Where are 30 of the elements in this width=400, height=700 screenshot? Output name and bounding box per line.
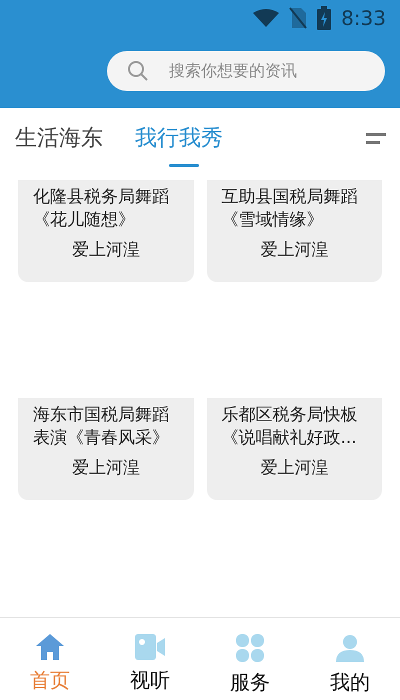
card-source: 爱上河湟 — [259, 457, 330, 480]
wifi-icon — [253, 9, 280, 27]
card-title: 乐都区税务局快板《说唱献礼好政... — [222, 404, 358, 450]
no-sim-icon — [289, 7, 308, 29]
category-tab[interactable]: 我行我秀 — [135, 108, 223, 168]
card-source: 爱上河湟 — [70, 239, 141, 262]
video-card[interactable]: 互助县国税局舞蹈《雪域情缘》 爱上河湟 — [206, 180, 382, 282]
nav-tab[interactable]: 服务 — [200, 618, 300, 700]
tab-indicator — [169, 164, 199, 167]
home-icon — [36, 634, 64, 660]
card-title: 化隆县税务局舞蹈《花儿随想》 — [33, 186, 170, 232]
four-leaf-icon — [236, 634, 264, 662]
menu-icon[interactable] — [366, 133, 386, 145]
card-source: 爱上河湟 — [259, 239, 330, 262]
search-icon — [127, 60, 149, 82]
search-field[interactable]: 搜索你想要的资讯 — [107, 51, 385, 91]
battery-icon — [317, 6, 332, 30]
person-icon — [336, 634, 364, 662]
status-time: 8:33 — [341, 5, 386, 32]
search-input: 搜索你想要的资讯 — [169, 59, 359, 83]
video-card[interactable]: 海东市国税局舞蹈表演《青春风采》 爱上河湟 — [18, 398, 194, 500]
card-source: 爱上河湟 — [70, 457, 141, 480]
card-title: 互助县国税局舞蹈《雪域情缘》 — [222, 186, 358, 232]
video-card[interactable]: 化隆县税务局舞蹈《花儿随想》 爱上河湟 — [18, 180, 194, 282]
card-title: 海东市国税局舞蹈表演《青春风采》 — [33, 404, 170, 450]
category-tab[interactable]: 生活海东 — [15, 108, 103, 168]
video-card[interactable]: 乐都区税务局快板《说唱献礼好政... 爱上河湟 — [206, 398, 382, 500]
nav-tab[interactable]: 视听 — [100, 618, 200, 700]
video-camera-icon — [135, 634, 165, 660]
nav-tab[interactable]: 我的 — [300, 618, 400, 700]
